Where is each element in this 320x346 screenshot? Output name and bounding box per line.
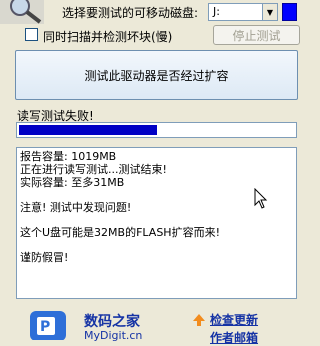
scan-bad-blocks-checkbox[interactable] [25, 28, 38, 41]
log-line: 注意! 测试中发现问题! [20, 201, 132, 214]
drive-color-indicator [282, 3, 297, 21]
log-line: 正在进行读写测试...测试结束! [20, 163, 167, 176]
test-drive-button[interactable]: 测试此驱动器是否经过扩容 [15, 50, 298, 100]
log-textbox[interactable]: 报告容量: 1019MB 正在进行读写测试...测试结束! 实际容量: 至多31… [16, 147, 297, 299]
log-line: 这个U盘可能是32MB的FLASH扩容而来! [20, 226, 220, 239]
drive-select-label: 选择要测试的可移动磁盘: [62, 6, 199, 20]
check-update-link[interactable]: 检查更新 [210, 311, 258, 328]
drive-select-value: J: [213, 5, 220, 18]
drive-select[interactable]: J: ▼ [208, 3, 278, 21]
mydigit-logo-icon: P [30, 311, 66, 340]
log-line: 谨防假冒! [20, 251, 69, 264]
brand-url[interactable]: MyDigit.cn [84, 329, 142, 342]
chevron-down-icon[interactable]: ▼ [262, 4, 277, 20]
log-line: 报告容量: 1019MB [20, 150, 117, 163]
progress-bar [16, 122, 297, 138]
magnifier-app-icon [0, 0, 44, 24]
up-arrow-icon [193, 314, 205, 326]
brand-name: 数码之家 [84, 314, 140, 330]
progress-fill [19, 125, 157, 135]
log-line: 实际容量: 至多31MB [20, 176, 125, 189]
mouse-cursor-icon [254, 188, 268, 209]
stop-test-button[interactable]: 停止测试 [213, 25, 300, 45]
scan-bad-blocks-label: 同时扫描并检测坏块(慢) [43, 30, 173, 44]
author-email-link[interactable]: 作者邮箱 [210, 329, 258, 346]
svg-text:P: P [40, 319, 50, 335]
